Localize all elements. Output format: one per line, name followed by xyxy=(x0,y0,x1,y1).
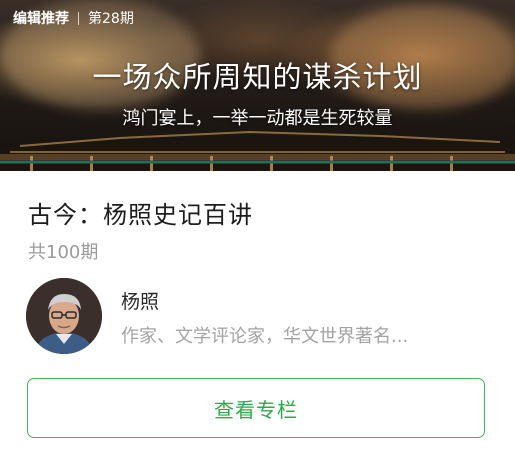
editor-pick-label: 编辑推荐 xyxy=(13,11,69,27)
banner-image[interactable]: 编辑推荐 第28期 一场众所周知的谋杀计划 鸿门宴上，一举一动都是生死较量 xyxy=(0,0,515,171)
banner-subtitle: 鸿门宴上，一举一动都是生死较量 xyxy=(122,108,393,129)
author-description: 作家、文学评论家，华文世界著名... xyxy=(121,326,409,347)
tag-divider xyxy=(78,11,79,25)
course-title[interactable]: 古今：杨照史记百讲 xyxy=(28,195,253,230)
recommend-card[interactable]: 编辑推荐 第28期 一场众所周知的谋杀计划 鸿门宴上，一举一动都是生死较量 古今… xyxy=(0,0,515,468)
editor-pick-tag: 编辑推荐 第28期 xyxy=(13,8,134,28)
view-column-button[interactable]: 查看专栏 xyxy=(27,378,485,438)
episode-count: 共100期 xyxy=(28,242,99,263)
issue-number: 第28期 xyxy=(88,11,134,27)
banner-title: 一场众所周知的谋杀计划 xyxy=(92,60,423,94)
author-portrait xyxy=(26,278,102,354)
author-name[interactable]: 杨照 xyxy=(121,287,159,314)
author-avatar[interactable] xyxy=(26,278,102,354)
